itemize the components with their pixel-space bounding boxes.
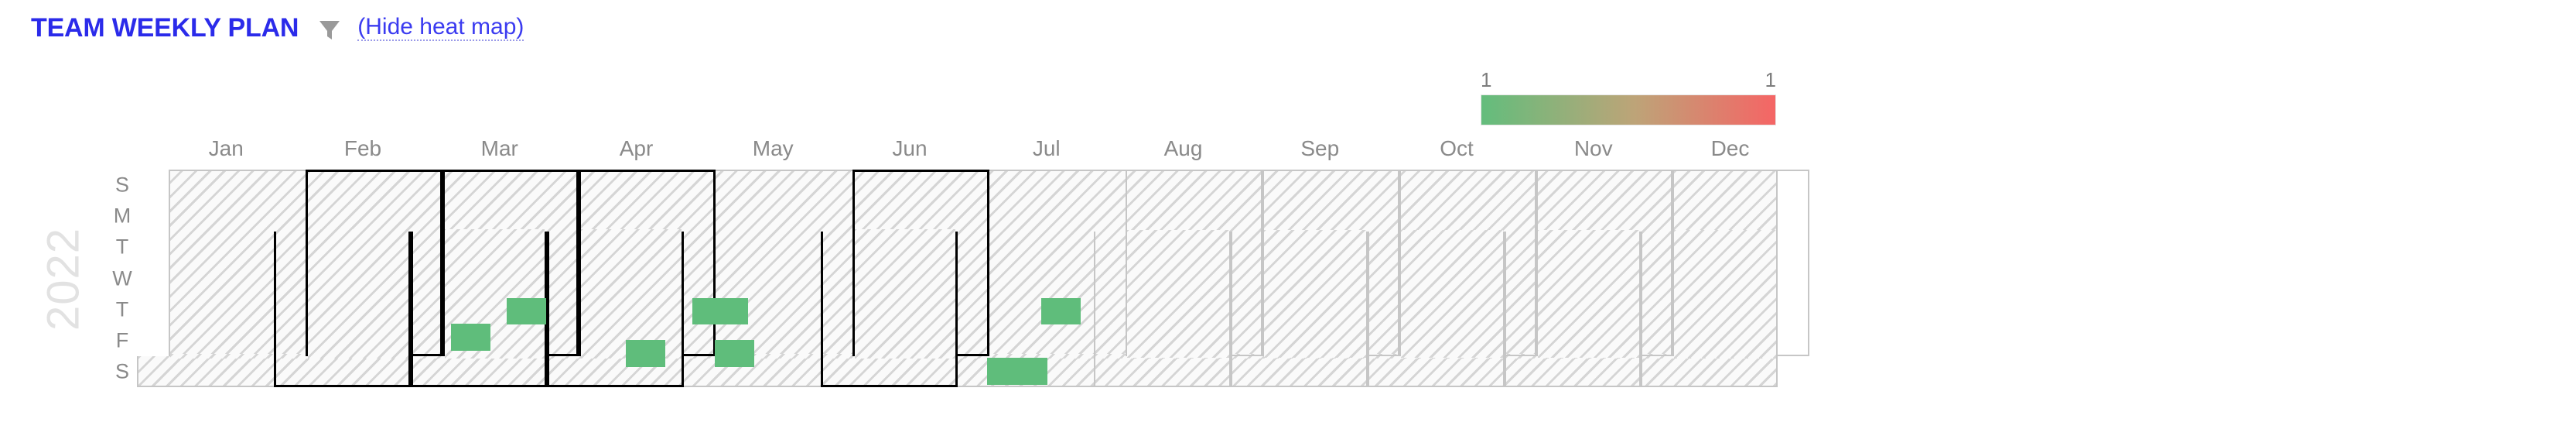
month-label-aug: Aug <box>1163 136 1203 160</box>
month-label-jul: Jul <box>1032 136 1061 160</box>
day-label-3: W <box>112 266 132 290</box>
weekly-plan-heatmap: Jan Feb Mar Apr May Jun Jul Aug Sep Oct Nov Dec 202… <box>0 0 2576 429</box>
month-outline-jun-joint <box>854 229 955 359</box>
heatmap-cell[interactable] <box>714 339 754 367</box>
month-label-oct: Oct <box>1440 136 1474 160</box>
day-label-2: T <box>115 235 129 259</box>
day-label-4: T <box>115 297 129 321</box>
heatmap-cell[interactable] <box>1041 297 1081 325</box>
month-label-jun: Jun <box>892 136 928 160</box>
day-label-1: M <box>113 204 132 228</box>
month-label-apr: Apr <box>619 136 654 160</box>
month-outline-aug-joint <box>1127 230 1229 358</box>
day-label-6: S <box>114 359 129 383</box>
heatmap-cell[interactable] <box>692 297 748 325</box>
month-label-dec: Dec <box>1710 136 1750 160</box>
month-axis: Jan Feb Mar Apr May Jun Jul Aug Sep Oct Nov Dec <box>0 136 2576 167</box>
heatmap-cell[interactable] <box>625 339 666 367</box>
month-label-nov: Nov <box>1573 136 1613 160</box>
heatmap-cell[interactable] <box>987 358 1048 386</box>
heatmap-hatch-main <box>169 170 1778 356</box>
month-outline-sep-joint <box>1264 230 1366 358</box>
month-label-sep: Sep <box>1300 136 1340 160</box>
month-outline-oct-joint <box>1400 230 1503 358</box>
month-label-mar: Mar <box>480 136 518 160</box>
day-of-week-axis: SMTWTFS <box>108 170 136 387</box>
hatch-seam <box>170 353 1776 359</box>
heatmap-plot-area <box>137 170 1809 387</box>
month-outline-nov-joint <box>1537 230 1640 358</box>
month-label-feb: Feb <box>343 136 382 160</box>
heatmap-cell[interactable] <box>451 323 491 351</box>
heatmap-hatch-last-row <box>137 355 1778 387</box>
month-outline-feb-joint <box>307 229 408 359</box>
day-label-0: S <box>114 173 129 197</box>
month-outline-dec-joint <box>1674 230 1776 358</box>
month-label-may: May <box>752 136 794 160</box>
month-label-jan: Jan <box>208 136 244 160</box>
year-label: 2022 <box>38 227 89 331</box>
heatmap-cell[interactable] <box>506 297 547 325</box>
day-label-5: F <box>115 328 129 352</box>
